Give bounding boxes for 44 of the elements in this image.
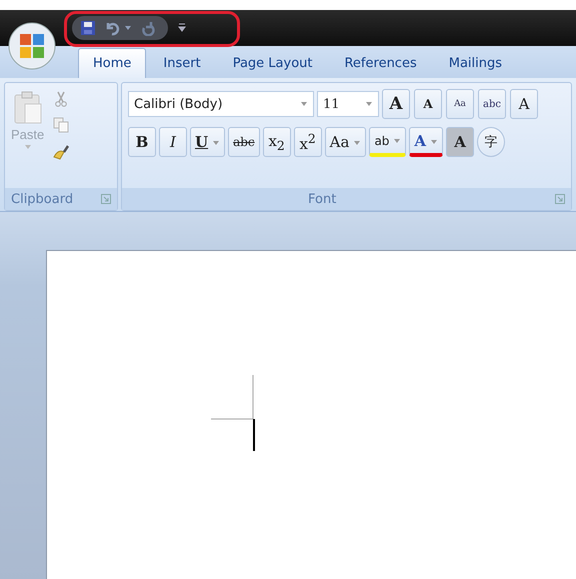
customize-toolbar-icon[interactable] [178,23,186,33]
dialog-launcher-icon[interactable] [555,194,565,204]
text-cursor [253,419,255,451]
caret-icon [430,138,438,145]
underline-button[interactable]: U [190,127,226,157]
caret-icon[interactable] [124,24,132,32]
group-label: Font [308,192,336,206]
format-button[interactable]: Aa [324,127,366,157]
caret-icon [212,140,220,146]
enclose-button[interactable]: 字 [477,127,506,157]
caret-icon [393,138,402,144]
ribbon-tab[interactable]: Page Layout [218,48,328,78]
copy-icon[interactable] [53,117,70,133]
ribbon-tab[interactable]: Mailings [434,48,518,78]
scissors-icon[interactable] [54,91,68,107]
italic-button[interactable]: I [159,127,187,157]
shrink-font-button[interactable]: A [414,89,442,119]
undo-icon[interactable] [104,20,120,36]
group-label: Clipboard [11,192,74,206]
bold-button[interactable]: B [128,127,156,157]
phonetic-button[interactable]: abc [478,89,506,119]
shading-button[interactable]: A [446,127,474,157]
caret-icon [353,140,362,146]
ribbon-tab[interactable]: References [329,48,432,78]
caret-icon [24,144,32,150]
border-button[interactable]: A [510,89,538,119]
ribbon-tab[interactable]: Home [78,48,146,78]
clipboard-icon [12,91,43,125]
caret-icon [365,101,373,107]
format-button[interactable]: x$^{2}$ [294,127,322,157]
redo-icon[interactable] [140,20,156,36]
save-icon[interactable] [80,20,96,36]
ribbon-tab[interactable]: Insert [148,48,216,78]
font-color-button[interactable]: A [409,127,444,157]
format-button[interactable]: x$_{2}$ [262,127,291,157]
font-size-field[interactable]: 11 [317,91,379,117]
highlight-button[interactable]: ab [369,127,406,157]
caret-icon [300,101,308,107]
brush-icon[interactable] [52,143,70,161]
strikethrough-button[interactable]: abc [228,127,260,157]
font-name-field[interactable]: Calibri (Body) [128,91,314,117]
clear-format-button[interactable]: Aa [446,89,474,119]
grow-font-button[interactable]: A [382,89,410,119]
dialog-launcher-icon[interactable] [101,194,111,204]
